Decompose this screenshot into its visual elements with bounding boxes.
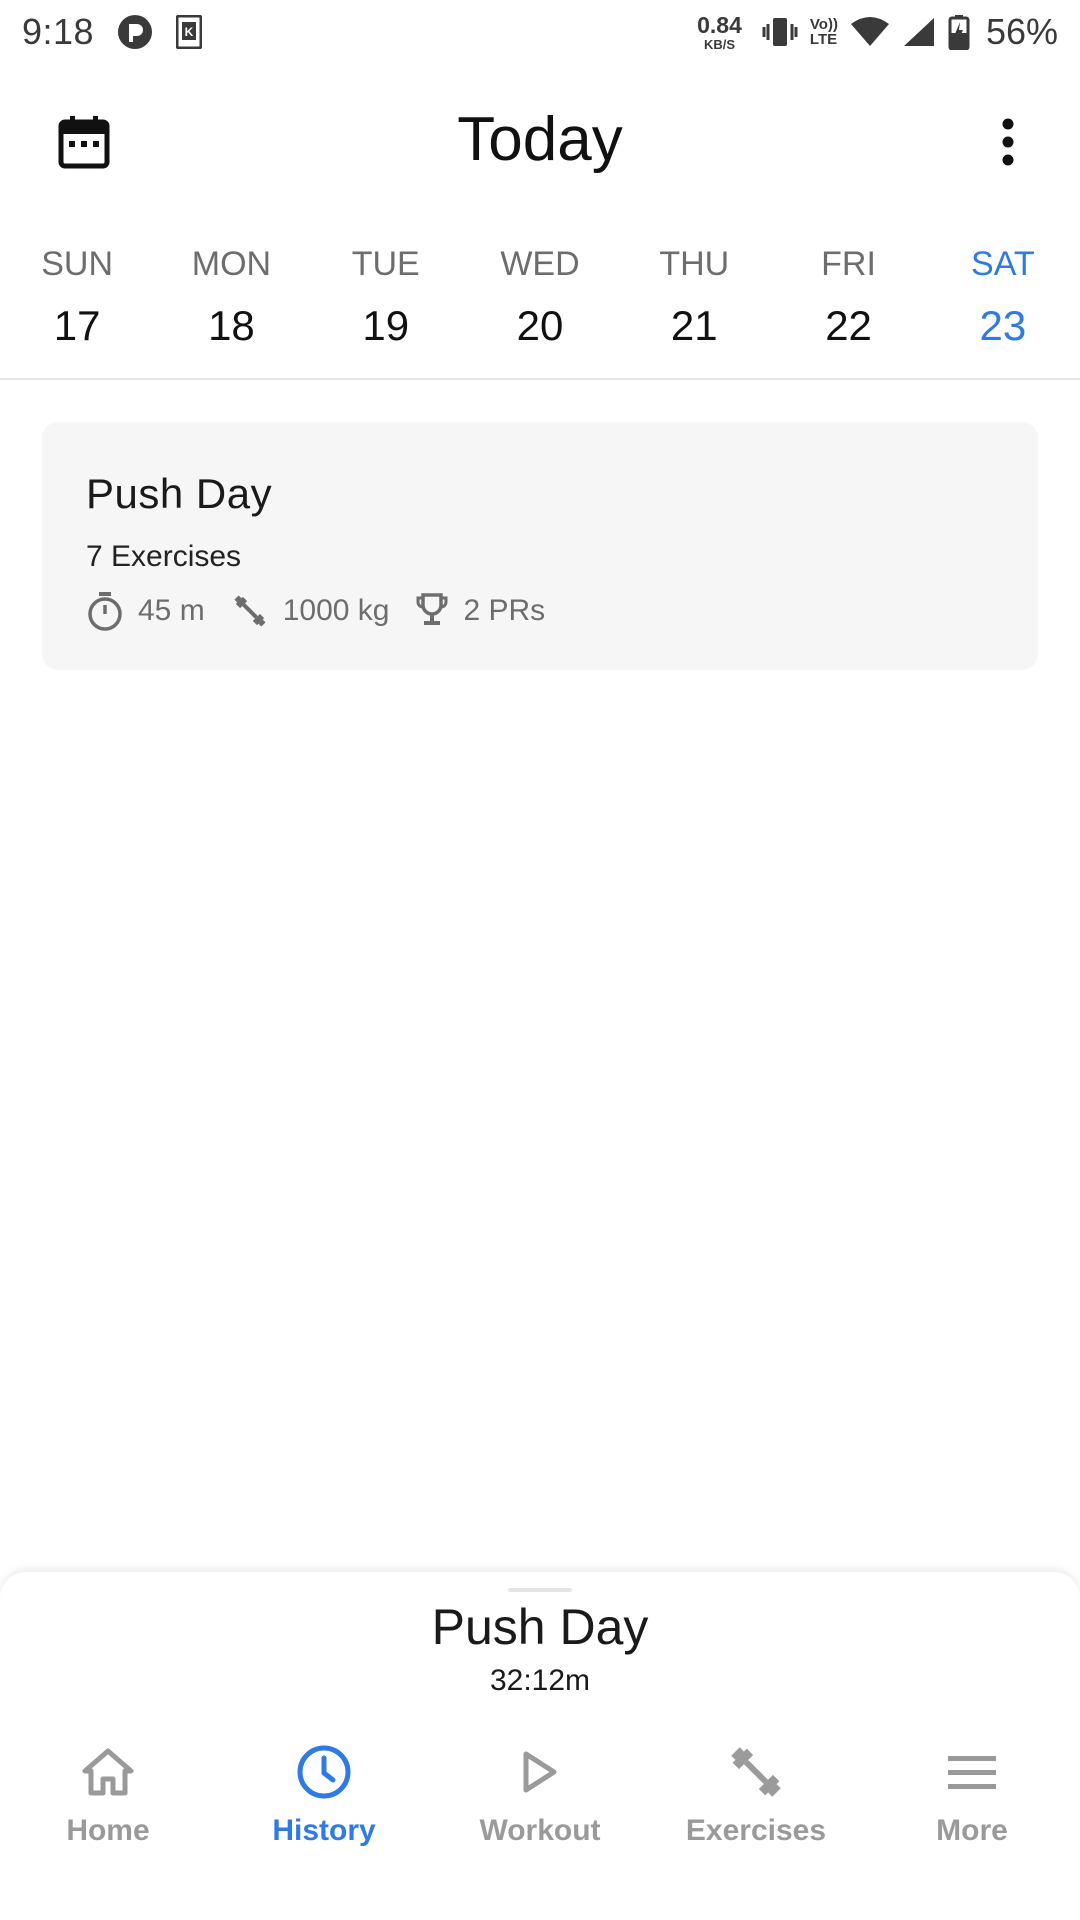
day-number: 23 xyxy=(979,302,1027,349)
day-name: THU xyxy=(659,245,730,283)
day-number: 17 xyxy=(53,302,101,349)
day-number: 22 xyxy=(825,302,872,349)
network-speed-unit: KB/S xyxy=(703,36,736,52)
day-number: 18 xyxy=(208,302,255,349)
volte-top: Vo)) xyxy=(809,16,838,33)
day-name: SUN xyxy=(41,245,114,283)
nav-home[interactable]: Home xyxy=(0,1740,216,1870)
more-vert-icon xyxy=(1002,118,1014,166)
cell-signal-icon xyxy=(902,16,936,48)
network-speed-value: 0.84 xyxy=(697,11,742,38)
bottom-navigation: Home History Workout Exercises More xyxy=(0,1740,1080,1870)
nav-history[interactable]: History xyxy=(216,1740,432,1870)
menu-icon xyxy=(946,1740,998,1804)
sheet-drag-handle[interactable] xyxy=(508,1588,572,1592)
day-name: SAT xyxy=(971,245,1035,283)
nav-workout[interactable]: Workout xyxy=(432,1740,648,1870)
status-left: 9:18 K xyxy=(22,11,203,53)
app-notification-icon xyxy=(116,13,154,51)
day-name: WED xyxy=(500,245,580,283)
day-wed[interactable]: WED 20 xyxy=(463,240,617,378)
day-mon[interactable]: MON 18 xyxy=(154,240,308,378)
day-sun[interactable]: SUN 17 xyxy=(0,240,154,378)
nav-exercises[interactable]: Exercises xyxy=(648,1740,864,1870)
exercise-count: 7 Exercises xyxy=(86,540,242,573)
wifi-icon xyxy=(850,16,890,48)
day-number: 21 xyxy=(670,302,718,349)
volume-value: 1000 kg xyxy=(282,594,390,627)
play-icon xyxy=(520,1740,560,1804)
day-number: 19 xyxy=(362,302,410,349)
prs-stat: 2 PRs xyxy=(415,593,545,629)
dumbbell-icon xyxy=(231,592,269,630)
day-number: 20 xyxy=(516,302,564,349)
screen: 9:18 K 0.84 KB/S Vo)) LTE 56% Today SUN … xyxy=(0,0,1080,1920)
kindle-notification-icon: K xyxy=(176,15,203,49)
network-speed: 0.84 KB/S xyxy=(697,11,742,52)
workout-stats: 45 m 1000 kg 2 PRs xyxy=(86,586,571,636)
page-title: Today xyxy=(457,105,623,174)
day-name: MON xyxy=(191,245,272,283)
day-tue[interactable]: TUE 19 xyxy=(309,240,463,378)
nav-label: More xyxy=(936,1814,1008,1847)
active-workout-timer: 32:12m xyxy=(489,1664,591,1697)
day-name: TUE xyxy=(351,245,420,283)
trophy-icon xyxy=(415,593,449,629)
vibrate-icon xyxy=(762,15,798,49)
day-name: FRI xyxy=(821,245,876,283)
active-workout-title: Push Day xyxy=(431,1599,649,1655)
day-thu[interactable]: THU 21 xyxy=(617,240,771,378)
day-sat[interactable]: SAT 23 xyxy=(926,240,1080,378)
app-bar: Today xyxy=(0,82,1080,202)
nav-label: Workout xyxy=(479,1814,601,1847)
prs-value: 2 PRs xyxy=(463,594,546,627)
timer-icon xyxy=(86,591,124,631)
volume-stat: 1000 kg xyxy=(231,592,390,630)
nav-label: Exercises xyxy=(685,1814,827,1847)
nav-label: History xyxy=(272,1814,376,1847)
volte-icon: Vo)) LTE xyxy=(810,17,838,47)
battery-charging-icon xyxy=(948,14,970,50)
more-options-button[interactable] xyxy=(976,110,1040,174)
day-fri[interactable]: FRI 22 xyxy=(771,240,925,378)
nav-label: Home xyxy=(66,1814,150,1847)
nav-more[interactable]: More xyxy=(864,1740,1080,1870)
battery-percentage: 56% xyxy=(985,11,1058,52)
status-time: 9:18 xyxy=(22,11,95,52)
duration-stat: 45 m xyxy=(86,591,205,631)
history-icon xyxy=(296,1740,352,1804)
volte-bottom: LTE xyxy=(809,31,838,48)
duration-value: 45 m xyxy=(138,594,205,627)
svg-text:K: K xyxy=(185,25,194,39)
week-day-selector: SUN 17 MON 18 TUE 19 WED 20 THU 21 FRI 2… xyxy=(0,240,1080,380)
workout-title: Push Day xyxy=(86,470,273,517)
workout-history-card[interactable]: Push Day 7 Exercises 45 m 1000 kg 2 PRs xyxy=(42,422,1038,670)
home-icon xyxy=(81,1740,135,1804)
dumbbell-icon xyxy=(727,1740,785,1804)
status-bar: 9:18 K 0.84 KB/S Vo)) LTE 56% xyxy=(0,0,1080,64)
status-right: 0.84 KB/S Vo)) LTE 56% xyxy=(697,11,1058,53)
